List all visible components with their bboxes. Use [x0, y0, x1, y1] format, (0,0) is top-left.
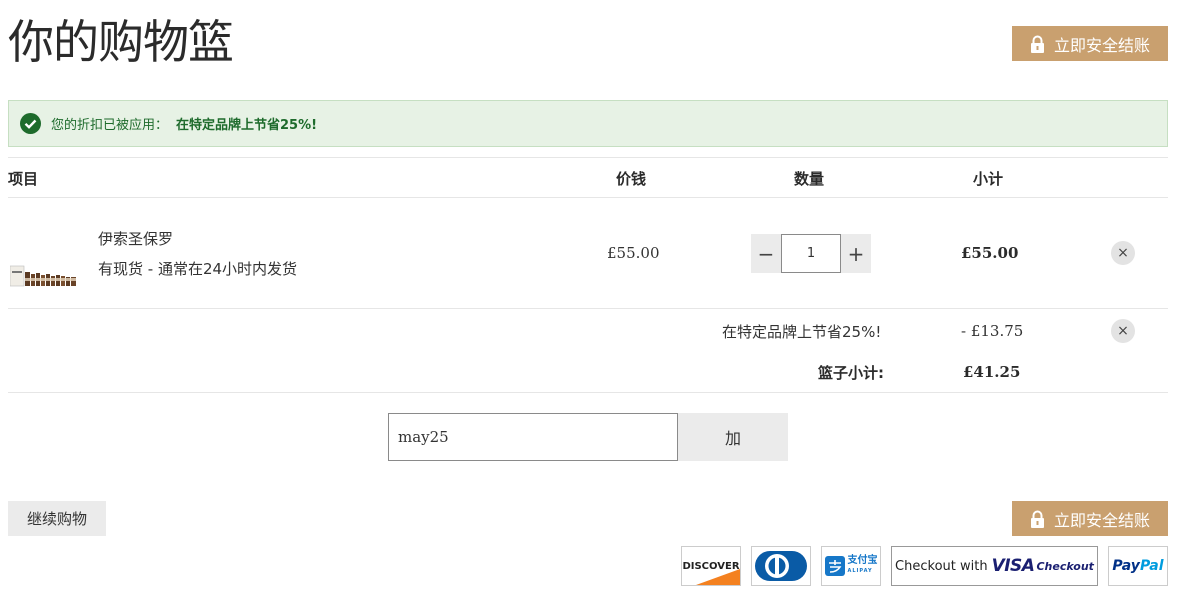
- paypal-text-pay: Pay: [1112, 558, 1140, 574]
- secure-checkout-label: 立即安全结账: [1053, 35, 1150, 55]
- alipay-logo: 支付宝 ALIPAY: [821, 546, 881, 586]
- alipay-icon: [824, 556, 845, 576]
- discover-text: DISCOVER: [682, 560, 740, 572]
- alert-text: 您的折扣已被应用：: [51, 118, 169, 133]
- promo-code-input[interactable]: [388, 413, 678, 461]
- lock-icon: [1030, 510, 1044, 528]
- paypal-logo: PayPal: [1108, 546, 1168, 586]
- product-name[interactable]: 伊索圣保罗: [98, 228, 173, 249]
- diners-club-logo: [751, 546, 811, 586]
- secure-checkout-button-top[interactable]: 立即安全结账: [1012, 26, 1168, 61]
- remove-item-button[interactable]: ×: [1111, 241, 1135, 265]
- close-icon: ×: [1117, 245, 1129, 261]
- secure-checkout-label: 立即安全结账: [1053, 510, 1150, 530]
- discount-value: - £13.75: [961, 322, 1024, 340]
- secure-checkout-button-bottom[interactable]: 立即安全结账: [1012, 501, 1168, 536]
- check-circle-icon: [20, 113, 41, 134]
- visa-checkout-prefix: Checkout with: [895, 558, 988, 574]
- remove-discount-button[interactable]: ×: [1111, 319, 1135, 343]
- continue-shopping-button[interactable]: 继续购物: [8, 501, 106, 536]
- header-price: 价钱: [616, 170, 647, 188]
- quantity-decrease-button[interactable]: −: [751, 234, 781, 273]
- alipay-subtext: ALIPAY: [847, 568, 873, 574]
- alert-discount-name: 在特定品牌上节省25%!: [176, 118, 318, 133]
- product-subtotal: £55.00: [961, 244, 1019, 262]
- alipay-text: 支付宝: [847, 555, 878, 566]
- divider: [8, 157, 1168, 158]
- divider: [8, 197, 1168, 198]
- discount-applied-alert: 您的折扣已被应用： 在特定品牌上节省25%!: [8, 100, 1168, 147]
- product-price: £55.00: [607, 244, 660, 262]
- close-icon: ×: [1117, 323, 1129, 339]
- discount-label: 在特定品牌上节省25%!: [722, 323, 882, 341]
- page-title: 你的购物篮: [8, 15, 234, 69]
- quantity-input[interactable]: [781, 234, 841, 273]
- header-quantity: 数量: [794, 170, 825, 188]
- divider: [8, 308, 1168, 309]
- diners-club-icon: [755, 551, 807, 581]
- header-item: 项目: [8, 170, 39, 188]
- header-subtotal: 小计: [973, 170, 1004, 188]
- apply-code-button[interactable]: 加: [678, 413, 788, 461]
- visa-checkout-suffix: Checkout: [1036, 559, 1094, 573]
- visa-wordmark: VISA: [991, 556, 1035, 576]
- product-stock-status: 有现货 - 通常在24小时内发货: [98, 260, 298, 278]
- basket-subtotal-label: 篮子小计:: [818, 364, 884, 382]
- basket-subtotal-value: £41.25: [963, 363, 1021, 381]
- lock-icon: [1030, 35, 1044, 53]
- visa-checkout-button[interactable]: Checkout with VISA Checkout: [891, 546, 1098, 586]
- divider: [8, 392, 1168, 393]
- product-thumbnail[interactable]: [10, 262, 78, 288]
- quantity-increase-button[interactable]: +: [841, 234, 871, 273]
- paypal-text-pal: Pal: [1139, 558, 1164, 574]
- discover-logo: DISCOVER: [681, 546, 741, 586]
